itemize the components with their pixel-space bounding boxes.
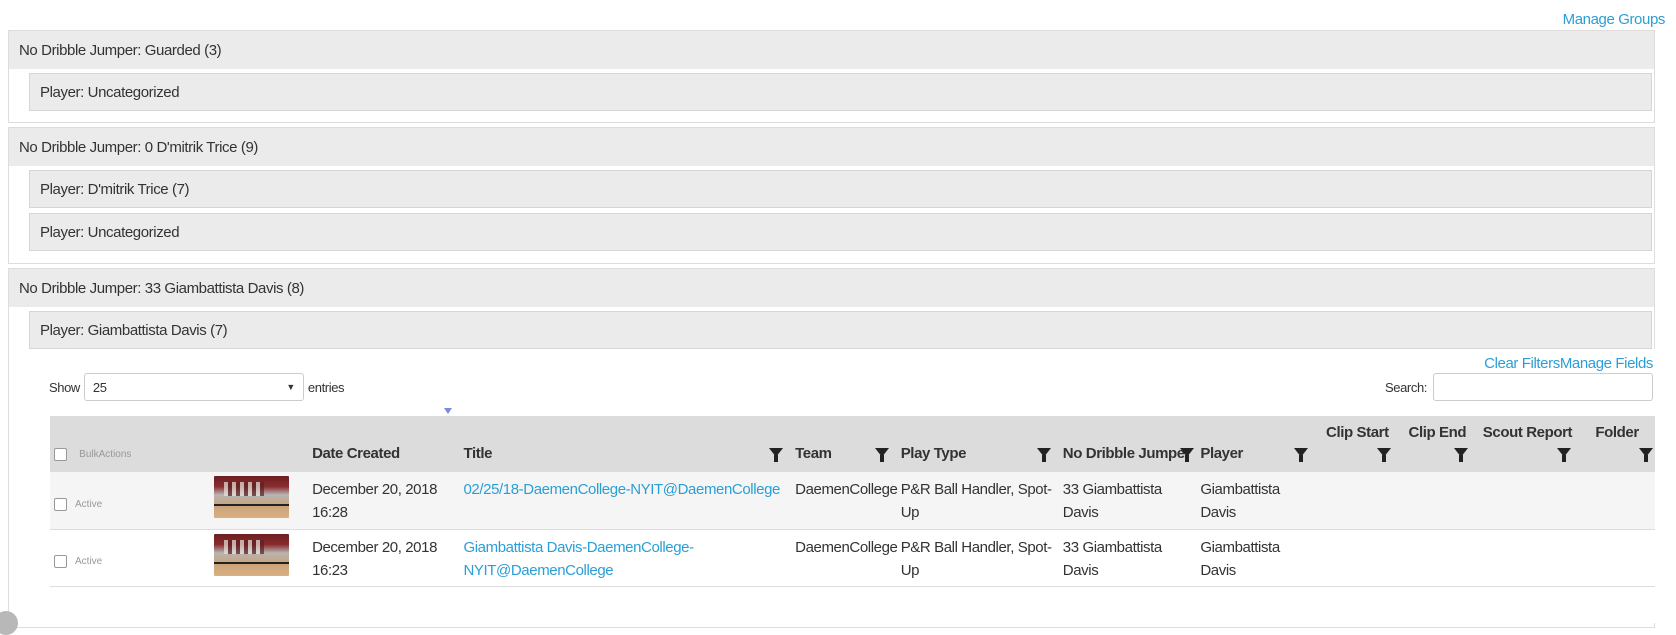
ndj-cell: 33 Giambattista Davis <box>1062 481 1162 521</box>
group-panel: No Dribble Jumper: 0 D'mitrik Trice (9) … <box>8 127 1655 264</box>
table-links: Clear FiltersManage Fields <box>1484 355 1653 372</box>
table-row[interactable]: Active December 20, 2018 16:28 02/25/18-… <box>50 472 1655 529</box>
column-no-dribble-jumper[interactable]: No Dribble Jumper <box>1059 416 1197 472</box>
status-label: Active <box>75 556 103 568</box>
clip-start-cell <box>1316 529 1399 586</box>
filter-icon[interactable] <box>769 447 784 462</box>
column-folder[interactable]: Folder <box>1579 416 1655 472</box>
entries-select[interactable]: 25 ▼ <box>83 373 304 401</box>
player-cell: Giambattista Davis <box>1200 538 1280 579</box>
subgroup-header[interactable]: Player: D'mitrik Trice (7) <box>29 170 1652 208</box>
bulk-actions-header: BulkActions <box>50 416 210 472</box>
filter-icon[interactable] <box>1036 447 1051 462</box>
column-clip-start[interactable]: Clip Start <box>1316 416 1399 472</box>
date-cell: December 20, 2018 16:23 <box>312 538 438 579</box>
filter-icon[interactable] <box>1180 447 1195 462</box>
table-row[interactable]: Active December 20, 2018 16:23 Giambatti… <box>50 529 1655 586</box>
subgroup-header[interactable]: Player: Giambattista Davis (7) <box>29 311 1652 349</box>
group-header[interactable]: No Dribble Jumper: Guarded (3) <box>9 31 1654 69</box>
clips-table: BulkActions Date Created Title Team Play… <box>50 408 1655 587</box>
show-label: Show <box>49 379 80 395</box>
player-cell: Giambattista Davis <box>1200 481 1280 521</box>
manage-fields-link[interactable]: Manage Fields <box>1560 355 1654 372</box>
clip-thumbnail[interactable] <box>213 533 289 576</box>
column-date-created[interactable]: Date Created <box>308 416 459 472</box>
clips-table-panel: Clear FiltersManage Fields Show 25 ▼ ent… <box>28 349 1655 623</box>
scout-report-cell <box>1476 472 1579 529</box>
folder-label: Folder <box>1595 424 1639 441</box>
bulk-actions-label: BulkActions <box>79 448 132 460</box>
group-panel: No Dribble Jumper: Guarded (3) Player: U… <box>8 30 1655 123</box>
scout-report-label: Scout Report <box>1482 424 1573 441</box>
entries-value: 25 <box>92 379 107 395</box>
floating-widget[interactable] <box>0 611 18 635</box>
folder-cell <box>1579 529 1655 586</box>
play-type-cell: P&R Ball Handler, Spot-Up <box>900 481 1052 521</box>
search-input[interactable] <box>1433 373 1653 401</box>
column-team[interactable]: Team <box>791 416 897 472</box>
clip-start-cell <box>1316 472 1399 529</box>
team-label: Team <box>795 445 832 462</box>
select-all-checkbox[interactable] <box>54 447 67 461</box>
clip-end-label: Clip End <box>1408 424 1467 441</box>
show-entries: Show 25 ▼ entries <box>49 373 345 401</box>
manage-groups-link[interactable]: Manage Groups <box>1563 11 1666 28</box>
team-cell: DaemenCollege <box>795 538 898 556</box>
clip-start-label: Clip Start <box>1326 424 1389 441</box>
filter-icon[interactable] <box>1453 447 1468 462</box>
column-player[interactable]: Player <box>1196 416 1315 472</box>
team-cell: DaemenCollege <box>795 481 898 498</box>
ndj-label: No Dribble Jumper <box>1062 445 1191 462</box>
search-label: Search: <box>1384 379 1427 395</box>
filter-icon[interactable] <box>1639 447 1653 462</box>
clear-filters-link[interactable]: Clear Filters <box>1484 355 1560 372</box>
clip-thumbnail[interactable] <box>213 476 289 518</box>
clip-end-cell <box>1399 529 1476 586</box>
dropdown-caret-icon: ▼ <box>286 382 295 392</box>
clip-title-link[interactable]: 02/25/18-DaemenCollege-NYIT@DaemenColleg… <box>463 481 780 498</box>
clip-end-cell <box>1399 472 1476 529</box>
date-cell: December 20, 2018 16:28 <box>312 481 438 521</box>
player-label: Player <box>1200 445 1243 462</box>
clip-title-link[interactable]: Giambattista Davis-DaemenCollege-NYIT@Da… <box>463 539 694 579</box>
ndj-cell: 33 Giambattista Davis <box>1062 538 1162 579</box>
filter-icon[interactable] <box>874 447 889 462</box>
subgroup-header[interactable]: Player: Uncategorized <box>29 73 1652 111</box>
folder-cell <box>1579 472 1655 529</box>
table-header-row: BulkActions Date Created Title Team Play… <box>50 408 1655 472</box>
column-clip-end[interactable]: Clip End <box>1399 416 1476 472</box>
filter-icon[interactable] <box>1557 447 1572 462</box>
column-title[interactable]: Title <box>444 408 791 472</box>
row-checkbox[interactable] <box>54 555 67 569</box>
thumbnail-header <box>210 416 308 472</box>
group-header[interactable]: No Dribble Jumper: 0 D'mitrik Trice (9) <box>9 128 1654 166</box>
search-box: Search: <box>1385 373 1653 401</box>
filter-icon[interactable] <box>1293 447 1308 462</box>
scout-report-cell <box>1476 529 1579 586</box>
title-label: Title <box>463 445 493 462</box>
column-play-type[interactable]: Play Type <box>897 416 1059 472</box>
row-checkbox[interactable] <box>54 497 67 511</box>
entries-label: entries <box>307 379 345 395</box>
group-header[interactable]: No Dribble Jumper: 33 Giambattista Davis… <box>9 269 1654 307</box>
column-scout-report[interactable]: Scout Report <box>1476 416 1579 472</box>
date-created-label: Date Created <box>312 445 400 462</box>
sort-desc-icon <box>444 408 453 414</box>
play-type-cell: P&R Ball Handler, Spot-Up <box>900 538 1052 579</box>
play-type-label: Play Type <box>900 445 967 462</box>
subgroup-header[interactable]: Player: Uncategorized <box>29 213 1652 251</box>
filter-icon[interactable] <box>1376 447 1391 462</box>
status-label: Active <box>75 498 103 510</box>
